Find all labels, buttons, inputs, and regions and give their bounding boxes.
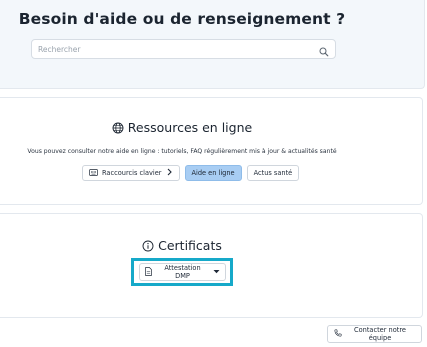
online-help-label: Aide en ligne — [191, 169, 235, 177]
page-title: Besoin d'aide ou de renseignement ? — [18, 10, 346, 28]
online-help-button[interactable]: Aide en ligne — [184, 165, 242, 181]
chevron-right-icon — [166, 168, 173, 178]
certificates-card: Certificats Attestation DMP — [0, 213, 423, 318]
phone-icon — [334, 329, 342, 339]
contact-team-button[interactable]: Contacter notre équipe — [327, 325, 422, 343]
caret-down-icon — [213, 268, 220, 276]
certificate-dropdown-label: Attestation DMP — [164, 264, 201, 280]
resources-title: Ressources en ligne — [127, 120, 253, 135]
certificate-dropdown[interactable]: Attestation DMP — [139, 263, 226, 281]
keyboard-icon — [89, 168, 98, 178]
resources-description: Vous pouvez consulter notre aide en lign… — [27, 148, 337, 155]
info-icon — [142, 240, 154, 252]
resources-heading: Ressources en ligne — [0, 120, 364, 135]
health-news-button[interactable]: Actus santé — [246, 165, 300, 181]
help-header: Besoin d'aide ou de renseignement ? — [0, 0, 425, 89]
document-icon — [145, 266, 152, 278]
search-input[interactable] — [38, 42, 308, 56]
search-box[interactable] — [31, 39, 336, 59]
keyboard-shortcuts-button[interactable]: Raccourcis clavier — [82, 165, 180, 181]
contact-team-label: Contacter notre équipe — [354, 326, 406, 342]
resources-card: Ressources en ligne Vous pouvez consulte… — [0, 97, 423, 205]
certificates-heading: Certificats — [0, 238, 364, 253]
certificates-title: Certificats — [158, 238, 222, 253]
globe-icon — [112, 122, 124, 134]
health-news-label: Actus santé — [253, 169, 293, 177]
search-icon[interactable] — [318, 43, 330, 57]
resources-actions: Raccourcis clavier Aide en ligne Actus s… — [82, 165, 300, 181]
keyboard-shortcuts-label: Raccourcis clavier — [102, 169, 162, 177]
